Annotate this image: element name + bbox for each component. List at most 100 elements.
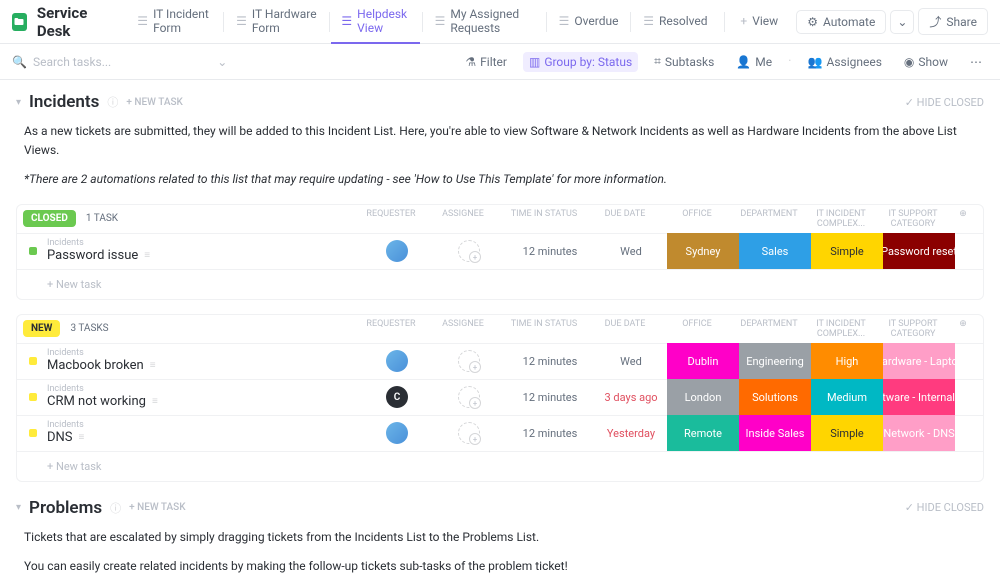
show-button[interactable]: ◉Show xyxy=(898,52,954,72)
tab-resolved[interactable]: ☰Resolved xyxy=(633,0,717,44)
hide-closed-button[interactable]: ✓ HIDE CLOSED xyxy=(905,501,984,514)
task-path: Incidents xyxy=(47,421,355,430)
tab-label: Overdue xyxy=(574,14,618,28)
column-header: TIME IN STATUS xyxy=(499,319,589,339)
custom-field-tag[interactable]: Inside Sales xyxy=(739,415,811,451)
tab-label: Helpdesk View xyxy=(357,7,410,35)
column-header: DUE DATE xyxy=(589,319,661,339)
me-button[interactable]: 👤Me xyxy=(730,52,778,72)
task-path: Incidents xyxy=(47,239,355,248)
table-row[interactable]: IncidentsDNS ≡12 minutesYesterdayRemoteI… xyxy=(17,415,983,451)
subtasks-button[interactable]: ⌗Subtasks xyxy=(648,51,720,72)
requester-avatar[interactable] xyxy=(386,350,408,372)
status-square xyxy=(29,357,37,365)
custom-field-tag[interactable]: Medium xyxy=(811,379,883,415)
tab-label: IT Incident Form xyxy=(153,7,211,35)
filter-button[interactable]: ⚗Filter xyxy=(459,52,513,72)
custom-field-tag[interactable]: Remote xyxy=(667,415,739,451)
search-input[interactable]: 🔍Search tasks...⌄ xyxy=(12,55,449,69)
custom-field-tag[interactable]: Simple xyxy=(811,415,883,451)
add-column-button[interactable]: ⊕ xyxy=(949,319,977,339)
more-button[interactable]: ⋯ xyxy=(964,52,988,72)
chevron-down-icon: ⌄ xyxy=(217,55,227,69)
chevron-down-icon[interactable]: ▾ xyxy=(16,97,21,108)
due-date[interactable]: Yesterday xyxy=(595,427,667,440)
requester-avatar[interactable] xyxy=(386,422,408,444)
assignee-empty[interactable] xyxy=(458,386,480,408)
assignees-button[interactable]: 👥Assignees xyxy=(802,52,888,72)
assignee-empty[interactable] xyxy=(458,240,480,262)
add-view-label: View xyxy=(752,14,778,28)
show-label: Show xyxy=(918,55,948,69)
task-name[interactable]: Password issue ≡ xyxy=(47,248,355,263)
column-header: IT SUPPORT CATEGORY xyxy=(877,209,949,229)
due-date[interactable]: 3 days ago xyxy=(595,391,667,404)
folder-icon xyxy=(12,13,27,31)
description-icon: ≡ xyxy=(152,396,158,407)
due-date[interactable]: Wed xyxy=(595,355,667,368)
tab-it-hardware-form[interactable]: ☰IT Hardware Form xyxy=(226,0,327,44)
custom-field-tag[interactable]: Dublin xyxy=(667,343,739,379)
custom-field-tag[interactable]: London xyxy=(667,379,739,415)
tab-label: IT Hardware Form xyxy=(252,7,317,35)
custom-field-tag[interactable]: Software - Internal a... xyxy=(883,379,955,415)
custom-field-tag[interactable]: Engineering xyxy=(739,343,811,379)
due-date[interactable]: Wed xyxy=(595,245,667,258)
automate-button[interactable]: ⚙Automate xyxy=(796,10,886,34)
assignees-label: Assignees xyxy=(826,55,881,69)
task-name[interactable]: CRM not working ≡ xyxy=(47,394,355,409)
chevron-down-icon[interactable]: ▾ xyxy=(16,502,21,513)
custom-field-tag[interactable]: Sales xyxy=(739,233,811,269)
custom-field-tag[interactable]: Network - DNS xyxy=(883,415,955,451)
info-icon[interactable]: ⓘ xyxy=(110,500,121,516)
list-icon: ☰ xyxy=(137,14,148,28)
new-task-button[interactable]: + NEW TASK xyxy=(126,97,182,108)
requester-avatar[interactable] xyxy=(386,240,408,262)
share-label: Share xyxy=(946,15,977,29)
status-badge: NEW xyxy=(23,320,60,337)
table-row[interactable]: IncidentsMacbook broken ≡12 minutesWedDu… xyxy=(17,343,983,379)
custom-field-tag[interactable]: Hardware - Laptop xyxy=(883,343,955,379)
automate-label: Automate xyxy=(823,15,875,29)
info-icon[interactable]: ⓘ xyxy=(107,94,118,110)
group-icon: ▥ xyxy=(529,55,540,69)
custom-field-tag[interactable]: Simple xyxy=(811,233,883,269)
requester-avatar[interactable]: C xyxy=(386,386,408,408)
add-column-button[interactable]: ⊕ xyxy=(949,209,977,229)
column-header: DUE DATE xyxy=(589,209,661,229)
custom-field-tag[interactable]: Solutions xyxy=(739,379,811,415)
tab-label: My Assigned Requests xyxy=(450,7,534,35)
tab-my-assigned-requests[interactable]: ☰My Assigned Requests xyxy=(425,0,544,44)
section-description: *There are 2 automations related to this… xyxy=(24,170,976,189)
column-header: DEPARTMENT xyxy=(733,319,805,339)
add-view-button[interactable]: +View xyxy=(730,0,788,44)
assignee-empty[interactable] xyxy=(458,422,480,444)
group-header[interactable]: CLOSED1 TASKREQUESTERASSIGNEETIME IN STA… xyxy=(17,205,983,233)
share-icon: ⤴ xyxy=(929,13,941,30)
custom-field-tag[interactable]: Password reset xyxy=(883,233,955,269)
new-task-button[interactable]: + NEW TASK xyxy=(129,502,185,513)
list-icon: ☰ xyxy=(341,14,352,28)
filter-icon: ⚗ xyxy=(465,55,476,69)
task-name[interactable]: DNS ≡ xyxy=(47,430,355,445)
new-task-row[interactable]: + New task xyxy=(17,269,983,299)
tab-helpdesk-view[interactable]: ☰ Helpdesk View xyxy=(331,0,419,44)
table-row[interactable]: IncidentsPassword issue ≡12 minutesWedSy… xyxy=(17,233,983,269)
new-task-row[interactable]: + New task xyxy=(17,451,983,481)
hide-closed-button[interactable]: ✓ HIDE CLOSED xyxy=(905,96,984,109)
table-row[interactable]: IncidentsCRM not working ≡C12 minutes3 d… xyxy=(17,379,983,415)
share-button[interactable]: ⤴ Share xyxy=(918,8,988,35)
column-header: ASSIGNEE xyxy=(427,209,499,229)
group-header[interactable]: NEW3 TASKSREQUESTERASSIGNEETIME IN STATU… xyxy=(17,315,983,343)
custom-field-tag[interactable]: Sydney xyxy=(667,233,739,269)
tab-overdue[interactable]: ☰Overdue xyxy=(549,0,629,44)
assignee-empty[interactable] xyxy=(458,350,480,372)
group-by-button[interactable]: ▥Group by: Status xyxy=(523,52,638,72)
task-count: 1 TASK xyxy=(86,213,118,224)
search-placeholder: Search tasks... xyxy=(33,55,111,69)
custom-field-tag[interactable]: High xyxy=(811,343,883,379)
tab-it-incident-form[interactable]: ☰ IT Incident Form xyxy=(127,0,221,44)
time-in-status: 12 minutes xyxy=(505,355,595,368)
automate-dropdown[interactable]: ⌄ xyxy=(890,10,914,34)
task-name[interactable]: Macbook broken ≡ xyxy=(47,358,355,373)
